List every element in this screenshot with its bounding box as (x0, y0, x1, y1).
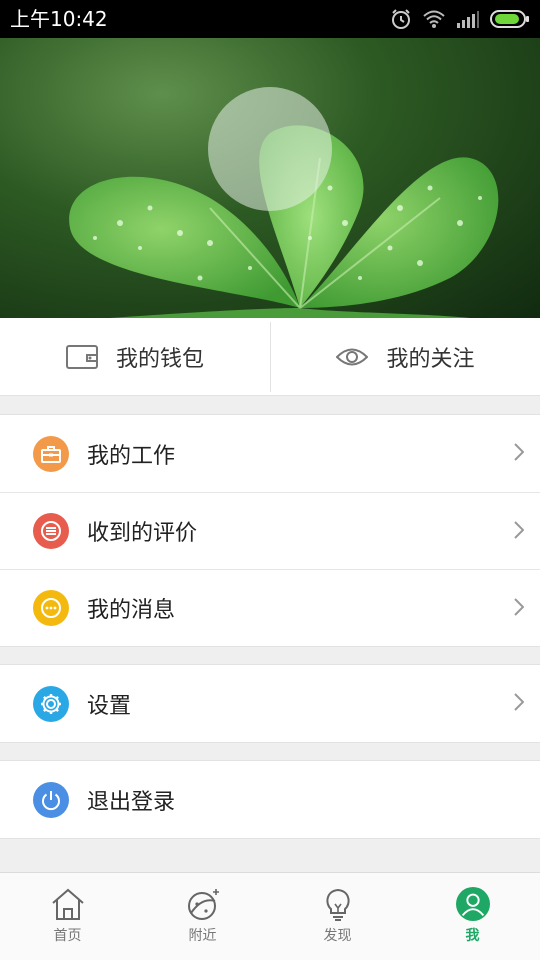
status-bar: 上午10:42 (0, 0, 540, 38)
menu-group-logout: 退出登录 (0, 760, 540, 839)
home-icon (51, 888, 84, 920)
menu-item-settings[interactable]: 设置 (0, 665, 540, 742)
avatar[interactable] (208, 87, 332, 211)
battery-icon (490, 10, 529, 28)
signal-icon (457, 11, 479, 28)
lightbulb-icon (325, 888, 350, 921)
menu-item-label: 收到的评价 (87, 521, 198, 546)
status-time: 上午10:42 (10, 7, 108, 31)
menu-item-label: 设置 (87, 693, 132, 719)
briefcase-icon (33, 435, 69, 472)
chevron-right-icon (514, 598, 524, 616)
wallet-label: 我的钱包 (115, 347, 204, 372)
tab-label: 发现 (323, 928, 352, 944)
menu-item-label: 退出登录 (87, 789, 176, 815)
logout-button[interactable]: 退出登录 (0, 761, 540, 838)
menu-item-received-reviews[interactable]: 收到的评价 (0, 492, 540, 569)
tab-me[interactable]: 我 (405, 873, 540, 960)
profile-icon (455, 887, 490, 921)
menu-item-label: 我的工作 (87, 443, 176, 469)
tab-label: 我 (465, 928, 480, 944)
wallet-icon (65, 345, 98, 369)
tab-label: 附近 (188, 928, 217, 944)
chat-bubble-icon (33, 590, 69, 626)
bottom-tab-bar: 首页 附近 发现 我 (0, 872, 540, 960)
tab-home[interactable]: 首页 (0, 873, 135, 960)
eye-icon (336, 348, 369, 366)
following-button[interactable]: 我的关注 (270, 322, 540, 392)
menu-item-my-messages[interactable]: 我的消息 (0, 569, 540, 646)
list-icon (33, 513, 69, 549)
following-label: 我的关注 (386, 347, 475, 372)
menu-group-settings: 设置 (0, 664, 540, 743)
status-icons (390, 6, 530, 32)
power-icon (33, 781, 69, 818)
planet-icon (187, 889, 219, 920)
gear-icon (33, 685, 69, 722)
tab-label: 首页 (53, 928, 82, 944)
chevron-right-icon (514, 693, 524, 711)
profile-header-image (0, 38, 540, 318)
chevron-right-icon (514, 521, 524, 539)
alarm-icon (392, 9, 410, 29)
menu-item-my-work[interactable]: 我的工作 (0, 415, 540, 492)
chevron-right-icon (514, 443, 524, 461)
menu-item-label: 我的消息 (87, 598, 176, 623)
tab-discover[interactable]: 发现 (270, 873, 405, 960)
quick-actions: 我的钱包 我的关注 (0, 318, 540, 396)
wallet-button[interactable]: 我的钱包 (0, 318, 270, 396)
wifi-icon (423, 10, 445, 28)
menu-group-main: 我的工作 收到的评价 我的消息 (0, 414, 540, 647)
tab-nearby[interactable]: 附近 (135, 873, 270, 960)
